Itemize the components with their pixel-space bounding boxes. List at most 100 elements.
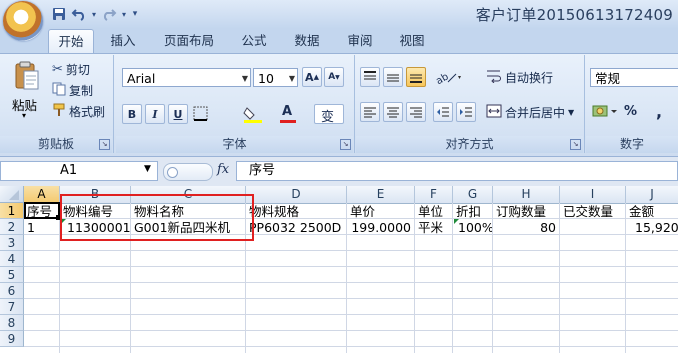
select-all-corner[interactable] [0, 186, 24, 203]
name-box-dropdown-icon[interactable]: ▼ [144, 164, 151, 174]
grid-line [24, 346, 678, 347]
customize-qat-icon[interactable]: ▾ [130, 5, 140, 23]
wrap-text-button[interactable]: 自动换行 [486, 67, 553, 87]
borders-icon [193, 106, 208, 121]
align-middle-button[interactable] [383, 67, 403, 87]
cell-e1[interactable]: 单价 [350, 203, 414, 219]
font-color-button[interactable]: A [278, 104, 302, 124]
redo-dropdown-icon[interactable]: ▾ [120, 5, 128, 23]
tab-view[interactable]: 视图 [393, 29, 431, 53]
currency-icon [592, 105, 617, 117]
ribbon-tab-bar [0, 29, 678, 53]
orientation-button[interactable]: ab [434, 67, 464, 87]
comma-style-button[interactable]: , [656, 102, 662, 121]
cell-f2[interactable]: 平米 [418, 219, 452, 235]
grid-line [24, 330, 678, 331]
cell-a2[interactable]: 1 [27, 219, 59, 235]
phonetic-button[interactable]: 变 [314, 104, 344, 125]
row-header-2[interactable]: 2 [0, 219, 24, 235]
tab-insert[interactable]: 插入 [104, 29, 142, 53]
number-format-select[interactable]: 常规 [590, 68, 678, 87]
row-header-1[interactable]: 1 [0, 203, 24, 219]
copy-button[interactable]: 复制 [52, 80, 93, 100]
undo-dropdown-icon[interactable]: ▾ [90, 5, 98, 23]
fill-color-button[interactable] [242, 104, 266, 124]
align-right-button[interactable] [406, 102, 426, 122]
shrink-font-button[interactable]: A ▼ [324, 67, 344, 87]
clipboard-launcher-icon[interactable]: ↘ [99, 139, 110, 150]
cell-g1[interactable]: 折扣 [456, 203, 492, 219]
row-header-7[interactable]: 7 [0, 299, 24, 315]
cut-label: 剪切 [65, 62, 90, 77]
cell-g2[interactable]: 100% [458, 219, 492, 235]
row-header-3[interactable]: 3 [0, 235, 24, 251]
grid-line [24, 282, 678, 283]
bold-button[interactable]: B [122, 104, 142, 124]
cell-h2[interactable]: 80 [496, 219, 556, 235]
font-size-select[interactable]: 10 ▼ [253, 68, 298, 87]
accounting-format-button[interactable] [592, 102, 618, 122]
cell-f1[interactable]: 单位 [418, 203, 452, 219]
window-title: 客户订单20150613172409 [475, 6, 673, 24]
row-header-4[interactable]: 4 [0, 251, 24, 267]
row-header-6[interactable]: 6 [0, 283, 24, 299]
column-header-e[interactable]: E [347, 186, 415, 203]
column-header-i[interactable]: I [560, 186, 626, 203]
cell-d2[interactable]: PP6032 2500D [249, 219, 346, 235]
column-header-j[interactable]: J [626, 186, 678, 203]
align-left-button[interactable] [360, 102, 380, 122]
grow-font-icon: A [305, 70, 314, 84]
column-header-d[interactable]: D [246, 186, 347, 203]
formula-input[interactable]: 序号 [236, 161, 678, 181]
align-top-button[interactable] [360, 67, 380, 87]
cell-j2[interactable]: 15,920. [629, 219, 678, 235]
percent-button[interactable]: % [624, 104, 637, 119]
redo-icon[interactable] [100, 5, 118, 23]
save-icon[interactable] [50, 5, 68, 23]
copy-label: 复制 [69, 83, 94, 98]
cell-d1[interactable]: 物料规格 [249, 203, 346, 219]
cell-h1[interactable]: 订购数量 [496, 203, 559, 219]
tab-formulas[interactable]: 公式 [235, 29, 273, 53]
column-header-f[interactable]: F [415, 186, 453, 203]
align-top-icon [364, 71, 376, 80]
tab-data[interactable]: 数据 [288, 29, 326, 53]
tab-page-layout[interactable]: 页面布局 [157, 29, 221, 53]
name-box[interactable] [0, 161, 158, 181]
cut-button[interactable]: ✂ 剪切 [52, 59, 90, 79]
merge-center-button[interactable]: 合并后居中 ▼ [486, 102, 574, 122]
cell-e2[interactable]: 199.0000 [350, 219, 411, 235]
paste-button[interactable]: 粘贴 ▾ [8, 57, 46, 131]
decrease-indent-button[interactable] [433, 102, 453, 122]
column-header-a[interactable]: A [24, 186, 60, 203]
grow-font-button[interactable]: A ▲ [302, 67, 322, 87]
column-header-g[interactable]: G [453, 186, 493, 203]
insert-function-icon[interactable]: fx [217, 162, 229, 177]
increase-indent-button[interactable] [456, 102, 476, 122]
tab-review[interactable]: 审阅 [341, 29, 379, 53]
align-center-button[interactable] [383, 102, 403, 122]
chevron-down-icon[interactable]: ▼ [568, 108, 574, 117]
cell-i2[interactable] [563, 219, 625, 235]
undo-icon[interactable] [70, 5, 88, 23]
office-button[interactable] [3, 1, 43, 41]
grid-line [24, 266, 678, 267]
font-launcher-icon[interactable]: ↘ [340, 139, 351, 150]
tab-home[interactable]: 开始 [48, 29, 94, 53]
cell-i1[interactable]: 已交数量 [563, 203, 625, 219]
paste-dropdown-icon[interactable]: ▾ [22, 111, 26, 120]
number-group: 常规 % , 数字 [586, 55, 678, 153]
row-header-5[interactable]: 5 [0, 267, 24, 283]
font-name-select[interactable]: Arial ▼ [122, 68, 251, 87]
alignment-launcher-icon[interactable]: ↘ [570, 139, 581, 150]
column-header-h[interactable]: H [493, 186, 560, 203]
cell-j1[interactable]: 金额 [629, 203, 678, 219]
align-bottom-button[interactable] [406, 67, 426, 87]
active-cell-border [24, 202, 60, 219]
row-header-8[interactable]: 8 [0, 315, 24, 331]
format-painter-button[interactable]: 格式刷 [52, 101, 105, 121]
underline-button[interactable]: U [168, 104, 188, 124]
borders-button[interactable] [192, 104, 210, 124]
italic-button[interactable]: I [145, 104, 165, 124]
row-header-9[interactable]: 9 [0, 331, 24, 347]
